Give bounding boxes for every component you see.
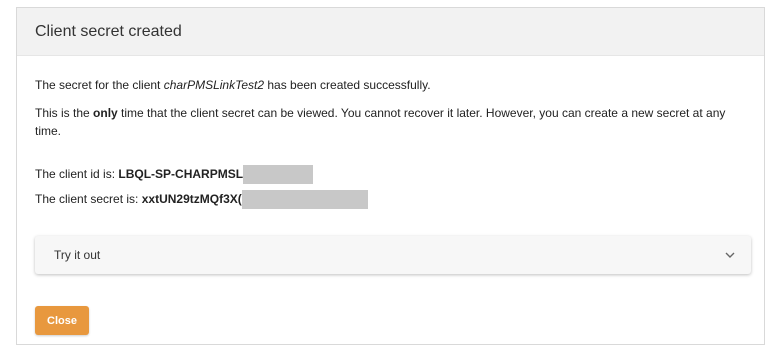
dialog-title: Client secret created: [35, 22, 182, 40]
warning-prefix: This is the: [35, 106, 94, 120]
chevron-down-icon[interactable]: [725, 250, 735, 260]
warning-suffix: time that the client secret can be viewe…: [35, 106, 726, 138]
client-secret-dialog: Client secret created The secret for the…: [16, 7, 765, 345]
client-id-value: LBQL-SP-CHARPMSL: [118, 167, 244, 181]
client-name: charPMSLinkTest2: [163, 78, 265, 92]
client-id-label: The client id is:: [35, 167, 119, 181]
warning-message: This is the only time that the client se…: [35, 104, 747, 140]
success-message-suffix: has been created successfully.: [264, 78, 431, 92]
success-message-prefix: The secret for the client: [35, 78, 164, 92]
client-secret-row: The client secret is: xxtUN29tzMQf3X(: [35, 190, 368, 210]
try-it-out-label: Try it out: [54, 248, 101, 262]
client-id-redaction: [243, 165, 314, 185]
client-id-row: The client id is: LBQL-SP-CHARPMSL: [35, 165, 314, 185]
client-secret-label: The client secret is:: [35, 192, 142, 206]
try-it-out-panel[interactable]: Try it out: [35, 236, 751, 274]
warning-emphasis: only: [93, 106, 118, 120]
dialog-header: Client secret created: [17, 8, 764, 56]
client-secret-value: xxtUN29tzMQf3X(: [141, 192, 242, 206]
client-secret-redaction: [241, 190, 368, 210]
close-button[interactable]: Close: [35, 306, 89, 335]
success-message: The secret for the client charPMSLinkTes…: [35, 76, 431, 94]
